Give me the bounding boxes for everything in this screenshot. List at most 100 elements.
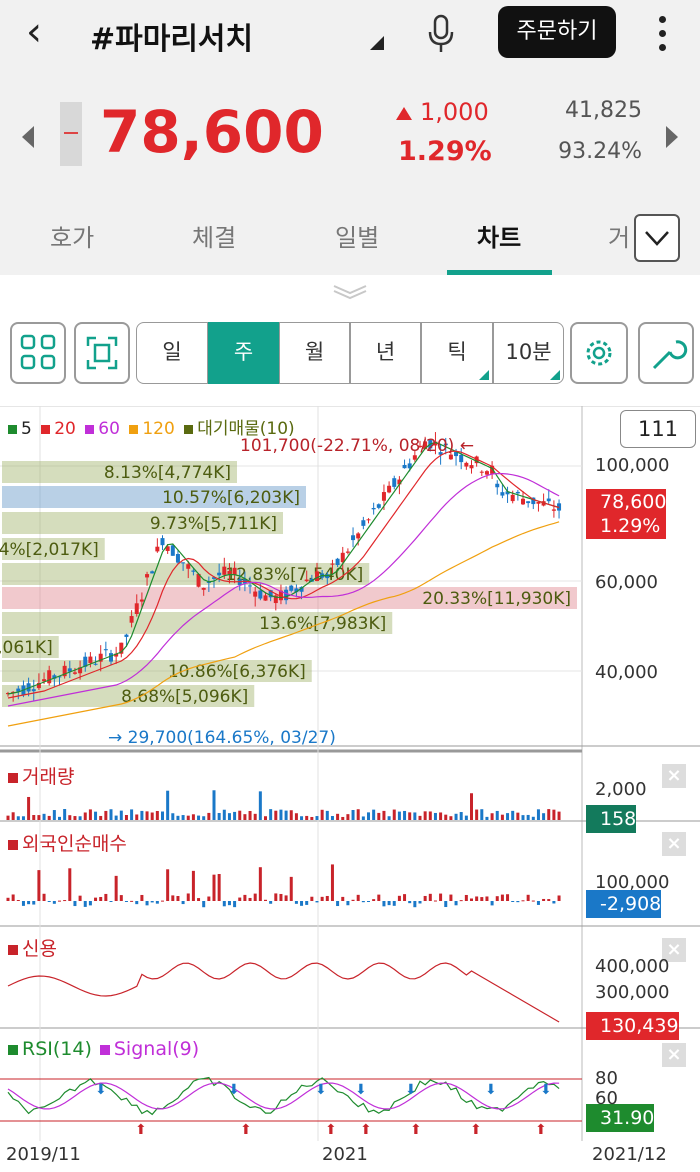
period-tick[interactable]: 틱 [421, 322, 493, 384]
foreign-bar [444, 901, 448, 908]
corner-icon [479, 370, 489, 380]
foreign-bar [367, 901, 370, 902]
foreign-bar [351, 899, 355, 901]
foreign-bar [330, 864, 334, 901]
candle-body [366, 519, 371, 521]
volume-ratio: 93.24% [558, 139, 642, 164]
candle-body [145, 574, 150, 578]
period-day[interactable]: 일 [136, 322, 208, 384]
foreign-bar [21, 901, 25, 906]
foreign-bar [413, 901, 417, 908]
candle-body [371, 507, 376, 510]
volume-bar [186, 815, 190, 820]
grid-icon [20, 334, 56, 370]
tab-hoga[interactable]: 호가 [50, 218, 94, 253]
foreign-bar [325, 895, 329, 901]
foreign-bar [197, 898, 201, 901]
layout-grid-button[interactable] [10, 322, 66, 384]
volume-bar [413, 812, 417, 820]
legend-ma120: 120 [129, 419, 175, 439]
volume-bar [233, 811, 237, 820]
foreign-bar [382, 901, 386, 907]
volume-profile-label: 10.86%[6,376K] [168, 662, 306, 682]
legend-ma5: 5 [8, 419, 32, 439]
tab-more-partial[interactable]: 거 [608, 218, 630, 253]
tab-chart[interactable]: 차트 [477, 218, 521, 253]
foreign-bar [176, 896, 180, 901]
foreign-bar [88, 901, 92, 906]
dropdown-icon[interactable] [370, 36, 384, 50]
credit-panel-title: 신용 [8, 934, 57, 961]
microphone-icon[interactable] [426, 14, 456, 54]
candle-body [515, 491, 520, 494]
foreign-bar [166, 869, 170, 901]
volume-bar [16, 816, 20, 820]
rsi-sell-signal: ⬇ [405, 1082, 417, 1098]
foreign-bar [16, 899, 20, 901]
foreign-bar [557, 895, 561, 901]
candle-body [376, 504, 381, 508]
foreign-bar [258, 867, 262, 901]
current-price: 78,600 [100, 98, 324, 166]
foreign-bar [181, 901, 185, 905]
foreign-bar [161, 900, 164, 902]
candle-body [186, 564, 191, 569]
foreign-bar [305, 901, 309, 905]
close-foreign-icon[interactable]: × [662, 832, 686, 856]
volume-bar [11, 812, 15, 820]
volume-bar [300, 816, 304, 820]
foreign-bar [464, 894, 468, 901]
foreign-bar [341, 896, 345, 901]
candle-body [361, 520, 366, 526]
foreign-bar [78, 895, 82, 901]
volume-bar [382, 810, 386, 820]
period-week[interactable]: 주 [208, 322, 279, 384]
settings-button[interactable] [570, 322, 628, 384]
foreign-bar [68, 868, 72, 901]
tools-button[interactable] [638, 322, 694, 384]
volume-bar [361, 816, 365, 820]
volume-bar [284, 810, 288, 820]
foreign-bar [27, 901, 31, 905]
volume-bar [500, 814, 504, 820]
volume-bar [88, 809, 92, 820]
fullscreen-button[interactable] [74, 322, 130, 384]
foreign-bar [140, 894, 144, 901]
foreign-panel-title: 외국인순매수 [8, 829, 127, 856]
foreign-bar [454, 901, 458, 906]
next-stock-icon[interactable] [666, 126, 678, 148]
stock-title[interactable]: #파마리서치 [90, 14, 253, 58]
candle-body [500, 492, 505, 496]
close-rsi-icon[interactable]: × [662, 1043, 686, 1067]
close-volume-icon[interactable]: × [662, 764, 686, 788]
volume-bar [6, 815, 10, 820]
tab-trades[interactable]: 체결 [192, 218, 236, 253]
volume-bar [516, 812, 520, 820]
prev-stock-icon[interactable] [22, 126, 34, 148]
rsi-buy-signal: ⬆ [325, 1122, 337, 1138]
volume-bar [521, 815, 525, 820]
up-triangle-icon [396, 107, 412, 120]
period-year[interactable]: 년 [350, 322, 421, 384]
indicator-count-button[interactable]: 111 [620, 410, 696, 448]
drag-handle-icon[interactable] [330, 282, 370, 300]
tab-expand-button[interactable] [634, 214, 680, 262]
candle-body [381, 492, 386, 501]
foreign-bar [32, 901, 36, 905]
order-button[interactable]: 주문하기 [498, 6, 616, 58]
volume-bar [42, 813, 46, 820]
period-month[interactable]: 월 [279, 322, 350, 384]
period-10min[interactable]: 10분 [493, 322, 564, 384]
back-icon[interactable]: ‹ [26, 12, 42, 52]
tab-daily[interactable]: 일별 [335, 218, 379, 253]
volume-bar [124, 815, 128, 820]
volume-bar [176, 815, 180, 820]
foreign-bar [207, 896, 211, 901]
foreign-bar [155, 901, 159, 904]
foreign-bar [490, 901, 494, 906]
more-menu-icon[interactable] [652, 12, 672, 56]
foreign-bar [516, 901, 520, 903]
candle-body [103, 649, 108, 651]
candle-body [263, 595, 268, 601]
candle-body [109, 653, 113, 662]
